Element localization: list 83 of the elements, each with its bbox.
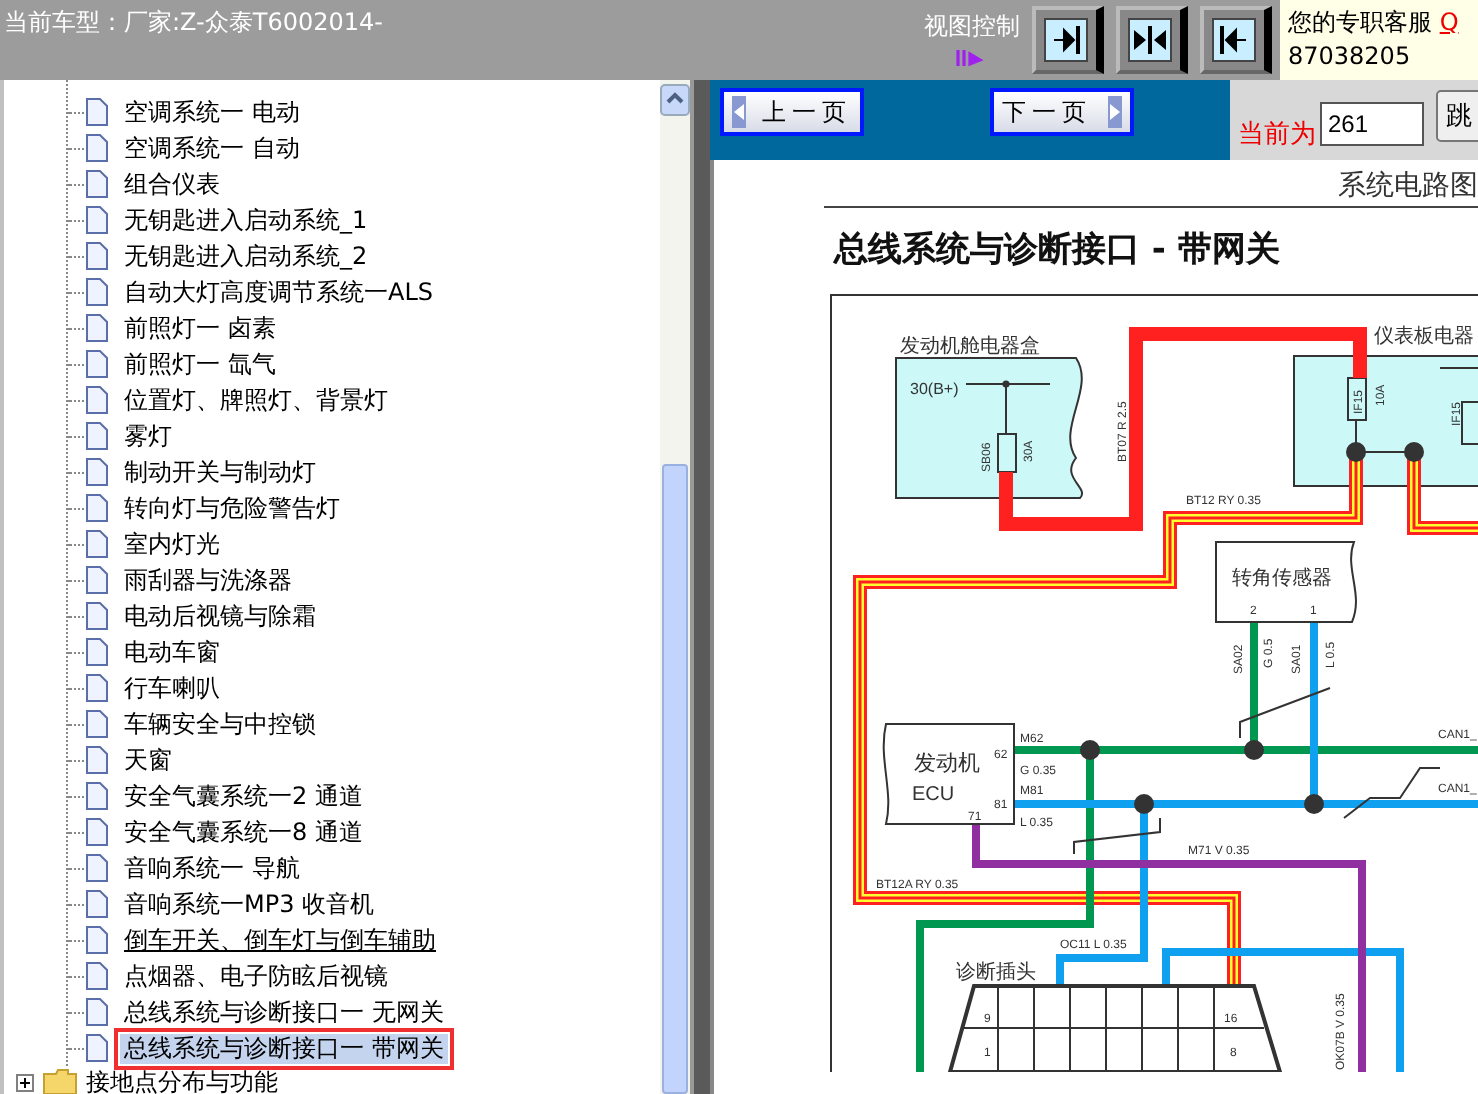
tree-item[interactable]: 无钥匙进入启动系统_2 [120,241,372,271]
diagram-label: 仪表板电器 [1374,326,1474,348]
go-button[interactable]: 跳 [1436,90,1478,142]
document-icon [84,98,108,126]
expand-right-button[interactable] [1032,6,1104,74]
document-icon [84,494,108,522]
document-icon [84,350,108,378]
tree-item[interactable]: 雾灯 [120,421,176,451]
current-page-label: 当前为 [1238,118,1316,152]
diagram-label: 发动机 [914,750,980,776]
document-icon [84,566,108,594]
speaker-icon [956,48,988,68]
document-icon [84,782,108,810]
service-link[interactable]: Q [1439,8,1459,36]
document-icon [84,530,108,558]
document-icon [84,710,108,738]
document-icon [84,134,108,162]
tree-item[interactable]: 音响系统一 导航 [120,853,304,883]
service-label: 您的专职客服 [1288,8,1432,36]
scrollbar[interactable] [660,80,690,1094]
tree-item[interactable]: 空调系统一 自动 [120,133,304,163]
tree-item[interactable]: 室内灯光 [120,529,224,559]
tree-item[interactable]: 空调系统一 电动 [120,97,304,127]
document-icon [84,926,108,954]
document-header: 系统电路图 [1338,170,1478,202]
tree-folder[interactable]: 接地点分布与功能 [86,1065,278,1094]
document-title: 总线系统与诊断接口 - 带网关 [834,228,1282,274]
document-icon [84,890,108,918]
expand-icon[interactable] [16,1073,34,1091]
document-icon [84,242,108,270]
tree-item[interactable]: 制动开关与制动灯 [120,457,320,487]
document-icon [84,1034,108,1062]
tree-item[interactable]: 转向灯与危险警告灯 [120,493,344,523]
document-icon [84,314,108,342]
page-number-field[interactable]: 261 [1320,102,1424,146]
tree-item[interactable]: 组合仪表 [120,169,224,199]
tree-item[interactable]: 前照灯一 卤素 [120,313,280,343]
tree-item[interactable]: 自动大灯高度调节系统一ALS [120,277,438,307]
document-icon [84,746,108,774]
tree-item[interactable]: 倒车开关、倒车灯与倒车辅助 [120,925,440,955]
document-icon [84,206,108,234]
tree-item[interactable]: 音响系统一MP3 收音机 [120,889,379,919]
document-icon [84,458,108,486]
phone-number: 87038205 [1288,40,1413,74]
tree-item[interactable]: 天窗 [120,745,176,775]
tree-item[interactable]: 电动后视镜与除霜 [120,601,320,631]
tree-item[interactable]: 无钥匙进入启动系统_1 [120,205,372,235]
document-icon [84,674,108,702]
tree-item[interactable]: 总线系统与诊断接口一 带网关 [120,1033,448,1063]
document-icon [84,422,108,450]
scroll-up-icon[interactable] [660,84,690,116]
diagram-label: 发动机舱电器盒 [900,336,1040,358]
scroll-thumb[interactable] [662,464,688,1094]
document-icon [84,278,108,306]
expand-left-button[interactable] [1200,6,1272,74]
diagram-label: 30(B+) [910,380,959,398]
tree-item[interactable]: 安全气囊系统一2 通道 [120,781,367,811]
document-icon [84,818,108,846]
next-page-button[interactable]: 下一页 [990,88,1134,136]
view-control-label: 视图控制 [924,10,1020,44]
document-icon [84,602,108,630]
tree-item[interactable]: 点烟器、电子防眩后视镜 [120,961,392,991]
diagram-label: ECU [912,784,955,806]
tree-item[interactable]: 总线系统与诊断接口一 无网关 [120,997,448,1027]
document-icon [84,638,108,666]
split-view-button[interactable] [1116,6,1188,74]
tree-item[interactable]: 安全气囊系统一8 通道 [120,817,367,847]
document-icon [84,854,108,882]
tree-item[interactable]: 行车喇叭 [120,673,224,703]
tree-item[interactable]: 雨刮器与洗涤器 [120,565,296,595]
folder-icon [42,1068,78,1094]
tree-item[interactable]: 位置灯、牌照灯、背景灯 [120,385,392,415]
document-icon [84,386,108,414]
document-icon [84,170,108,198]
diagram-label: 转角传感器 [1232,568,1332,590]
tree-item[interactable]: 车辆安全与中控锁 [120,709,320,739]
tree-item[interactable]: 前照灯一 氙气 [120,349,280,379]
document-icon [84,998,108,1026]
prev-page-button[interactable]: 上一页 [720,88,864,136]
car-model-title: 当前车型：厂家:Z-众泰T6002014- [4,6,385,40]
document-icon [84,962,108,990]
tree-item[interactable]: 电动车窗 [120,637,224,667]
diagram-label: 诊断插头 [956,962,1036,984]
